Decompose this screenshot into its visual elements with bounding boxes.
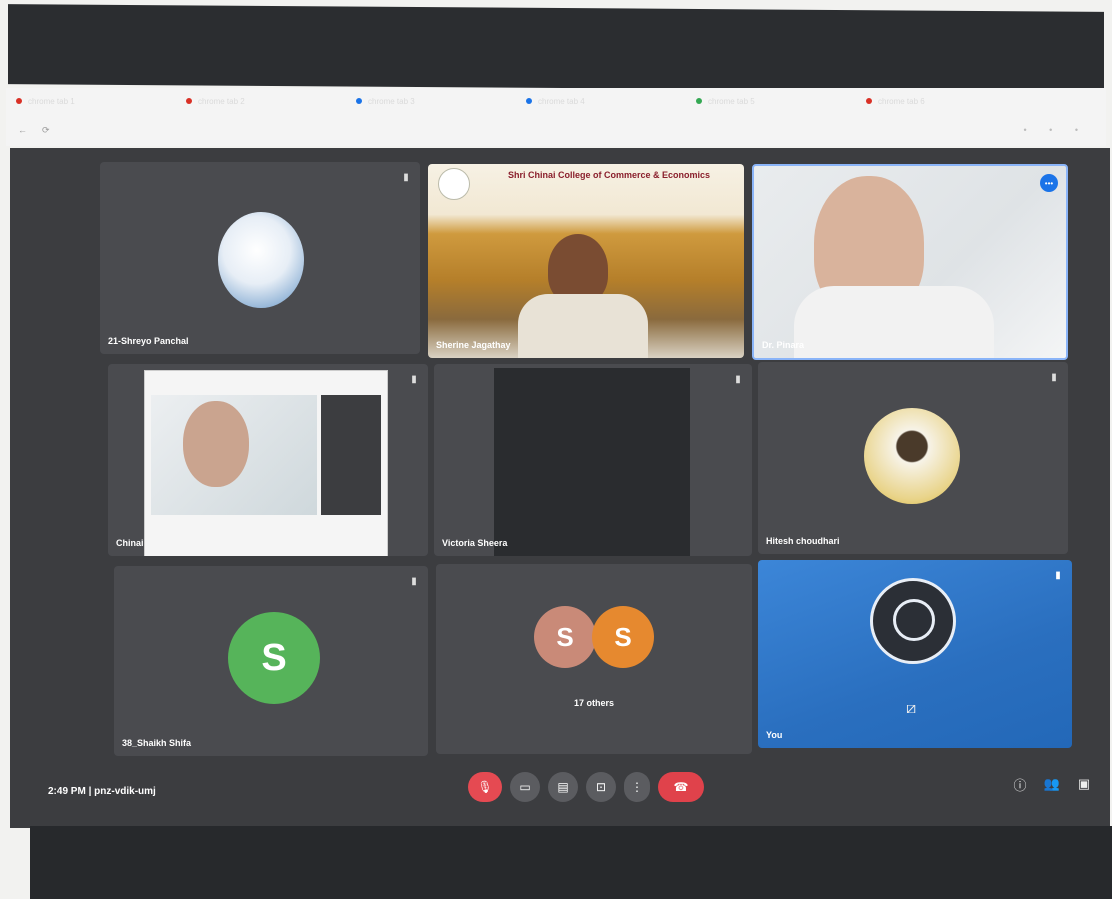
shared-screen-window <box>144 370 388 556</box>
meeting-toolbar: 2:49 PM | pnz-vdik-umj 🎙 ▭ ▤ ⊡ ⋮ ☎ ⓘ 👥 ▣ <box>30 768 1110 818</box>
participant-video-dark <box>494 368 690 556</box>
participant-name: Dr. Pinara <box>762 340 805 350</box>
time-label: 2:49 PM <box>48 786 86 797</box>
monitor-bezel-bottom <box>30 826 1112 899</box>
college-logo <box>438 168 470 200</box>
meet-stage: ▮ 21-Shreyo Panchal Shri Chinai College … <box>10 148 1110 828</box>
tab-favicon-icon <box>696 98 702 104</box>
shared-screen-side-panel <box>321 395 381 515</box>
tab-label: chrome tab 1 <box>28 96 75 106</box>
meeting-time: 2:49 PM | pnz-vdik-umj <box>48 786 156 797</box>
more-icon: ⋮ <box>631 780 643 794</box>
captions-button[interactable]: ▤ <box>548 772 578 802</box>
participant-shirt <box>518 294 648 358</box>
tab-label: chrome tab 2 <box>198 96 245 106</box>
mic-muted-icon: ▮ <box>411 576 417 587</box>
meeting-code: pnz-vdik-umj <box>94 786 156 797</box>
address-bar[interactable]: ← ⟳ • • • <box>6 116 1106 144</box>
chat-icon[interactable]: ▣ <box>1074 774 1094 794</box>
camera-icon: ▭ <box>519 780 531 794</box>
mic-muted-icon: ▮ <box>403 172 409 183</box>
back-arrow-icon[interactable]: ← <box>18 125 30 135</box>
participant-tile[interactable]: ▮ 21-Shreyo Panchal <box>100 162 420 354</box>
participant-tile[interactable]: Shri Chinai College of Commerce & Econom… <box>428 164 744 358</box>
tab-favicon-icon <box>356 98 362 104</box>
captions-icon: ▤ <box>557 780 569 794</box>
participant-name: 21-Shreyo Panchal <box>108 336 189 346</box>
phone-hangup-icon: ☎ <box>673 780 689 794</box>
browser-tab[interactable]: chrome tab 5 <box>696 92 856 110</box>
participant-tile[interactable]: ▮ Hitesh choudhari <box>758 362 1068 554</box>
tab-favicon-icon <box>186 98 192 104</box>
tab-label: chrome tab 6 <box>878 96 925 106</box>
monitor-photo: chrome tab 1 chrome tab 2 chrome tab 3 c… <box>0 0 1112 899</box>
participant-tile-self[interactable]: ▮ ⧄ You <box>758 560 1072 748</box>
avatar <box>218 212 304 308</box>
college-banner-title: Shri Chinai College of Commerce & Econom… <box>507 170 711 180</box>
participant-name: Victoria Sheera <box>442 538 508 548</box>
browser-tab[interactable]: chrome tab 4 <box>526 92 686 110</box>
participant-name: Sherine Jagathay <box>436 340 511 350</box>
reload-icon[interactable]: ⟳ <box>42 125 54 136</box>
participant-tile[interactable]: ▮ Victoria Sheera <box>434 364 752 556</box>
obs-logo-icon <box>870 578 956 664</box>
others-count: 17 others <box>573 698 615 708</box>
speaking-indicator-icon: ••• <box>1040 174 1058 192</box>
participant-face <box>183 401 249 487</box>
participant-name: Chinai <box>116 538 144 548</box>
browser-tab[interactable]: chrome tab 6 <box>866 92 1026 110</box>
present-icon: ⊡ <box>595 780 607 794</box>
leave-call-button[interactable]: ☎ <box>658 772 704 802</box>
tab-strip: chrome tab 1 chrome tab 2 chrome tab 3 c… <box>6 88 1106 114</box>
camera-toggle-button[interactable]: ▭ <box>510 772 540 802</box>
browser-tab[interactable]: chrome tab 1 <box>16 92 176 110</box>
mic-muted-icon: ▮ <box>411 374 417 385</box>
avatar <box>864 408 960 504</box>
tab-favicon-icon <box>526 98 532 104</box>
shared-screen-video <box>151 395 317 515</box>
monitor-bezel-top <box>8 4 1104 92</box>
browser-tab[interactable]: chrome tab 3 <box>356 92 516 110</box>
tab-label: chrome tab 4 <box>538 96 585 106</box>
tab-label: chrome tab 3 <box>368 96 415 106</box>
browser-tools-icon[interactable]: • • • <box>1024 125 1088 135</box>
tab-favicon-icon <box>16 98 22 104</box>
people-icon[interactable]: 👥 <box>1042 774 1062 794</box>
camera-off-icon: ⧄ <box>906 700 917 717</box>
more-options-button[interactable]: ⋮ <box>624 772 650 802</box>
participant-shirt <box>794 286 994 358</box>
present-button[interactable]: ⊡ <box>586 772 616 802</box>
browser-chrome: chrome tab 1 chrome tab 2 chrome tab 3 c… <box>6 88 1106 146</box>
participant-tile[interactable]: ▮ S 38_Shaikh Shifa <box>114 566 428 756</box>
mic-off-icon: 🎙 <box>477 780 493 794</box>
info-icon[interactable]: ⓘ <box>1010 774 1030 794</box>
mic-muted-icon: ▮ <box>1055 570 1061 581</box>
participant-tile[interactable]: ▮ Chinai <box>108 364 428 556</box>
participant-tile[interactable]: ••• Dr. Pinara <box>752 164 1068 360</box>
browser-tab[interactable]: chrome tab 2 <box>186 92 346 110</box>
participant-name: 38_Shaikh Shifa <box>122 738 192 748</box>
avatar-initial: S <box>592 606 654 668</box>
mic-toggle-button[interactable]: 🎙 <box>468 772 502 802</box>
avatar-initial: S <box>534 606 596 668</box>
participant-name: You <box>766 730 783 740</box>
tab-label: chrome tab 5 <box>708 96 755 106</box>
avatar-initial: S <box>228 612 320 704</box>
participant-name: Hitesh choudhari <box>766 536 840 546</box>
mic-muted-icon: ▮ <box>1051 372 1057 383</box>
mic-muted-icon: ▮ <box>735 374 741 385</box>
participant-tile-group[interactable]: S S 17 others <box>436 564 752 754</box>
tab-favicon-icon <box>866 98 872 104</box>
